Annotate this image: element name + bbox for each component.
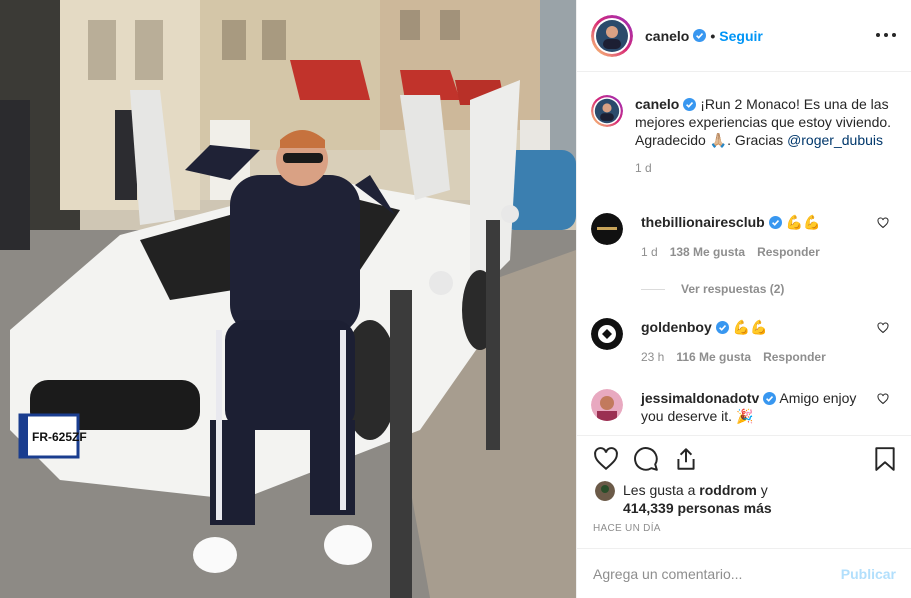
avatar-image (591, 389, 623, 421)
avatar (595, 481, 615, 501)
post-photo[interactable]: FR-625ZF (0, 0, 576, 598)
more-options-icon[interactable] (876, 25, 896, 45)
add-comment-bar: Publicar (577, 548, 911, 598)
caption-time[interactable]: 1 d (635, 159, 900, 177)
avatar-image (591, 14, 633, 57)
avatar[interactable] (591, 14, 633, 57)
like-comment-heart-icon[interactable] (877, 393, 889, 405)
header-username[interactable]: canelo (645, 28, 689, 44)
comment-likes[interactable]: 138 Me gusta (670, 243, 745, 261)
verified-icon (763, 392, 777, 405)
avatar-image (591, 318, 623, 350)
verified-icon (693, 29, 707, 42)
separator-dot: • (710, 27, 716, 44)
comment-username[interactable]: thebillionairesclub (641, 214, 765, 230)
comment-input[interactable] (593, 565, 841, 582)
likes-count[interactable]: 414,339 personas más (623, 500, 772, 516)
follow-button[interactable]: Seguir (719, 28, 763, 44)
comment: jessimaldonadotv Amigo enjoy you deserve… (591, 389, 901, 425)
likes-user[interactable]: roddrom (699, 482, 757, 498)
caption-username[interactable]: canelo (635, 96, 679, 112)
avatar[interactable] (591, 213, 623, 245)
comment-text: 💪💪 (785, 214, 821, 230)
post-sidebar: canelo • Seguir canelo ¡Run 2 Monaco! Es… (576, 0, 911, 598)
verified-icon (683, 98, 697, 111)
comment: goldenboy 💪💪 23 h 116 Me gusta Responder (591, 318, 901, 366)
like-comment-heart-icon[interactable] (877, 322, 889, 334)
avatar-image (591, 213, 623, 245)
avatar[interactable] (591, 318, 623, 350)
like-comment-heart-icon[interactable] (877, 217, 889, 229)
post-header: canelo • Seguir (577, 0, 911, 72)
comment-username[interactable]: goldenboy (641, 319, 712, 335)
avatar-image (591, 95, 623, 127)
view-replies-label: Ver respuestas (2) (681, 282, 785, 296)
publish-button[interactable]: Publicar (841, 566, 896, 582)
comment-bubble-icon[interactable] (633, 446, 659, 472)
avatar[interactable] (591, 389, 623, 421)
like-heart-icon[interactable] (593, 446, 619, 472)
comment-text: 💪💪 (732, 319, 768, 335)
instagram-post: FR-625ZF canelo • Seguir canelo ¡Run 2 M… (0, 0, 911, 598)
likes-conj: y (760, 482, 768, 498)
comment-time[interactable]: 23 h (641, 348, 664, 366)
caption-mention[interactable]: @roger_dubuis (787, 132, 883, 148)
avatar-image (595, 481, 615, 501)
avatar[interactable] (591, 95, 623, 127)
post-timestamp[interactable]: Hace un día (593, 523, 661, 534)
verified-icon (715, 321, 729, 334)
save-bookmark-icon[interactable] (874, 446, 896, 472)
comments-list[interactable]: canelo ¡Run 2 Monaco! Es una de las mejo… (577, 73, 911, 435)
comment: thebillionairesclub 💪💪 1 d 138 Me gusta … (591, 213, 901, 261)
reply-button[interactable]: Responder (757, 243, 820, 261)
likes-summary[interactable]: Les gusta a roddrom y 414,339 personas m… (595, 481, 772, 517)
comment-likes[interactable]: 116 Me gusta (676, 348, 751, 366)
replies-divider (641, 288, 665, 290)
share-icon[interactable] (673, 446, 699, 472)
comment-time[interactable]: 1 d (641, 243, 658, 261)
view-replies-button[interactable]: Ver respuestas (2) (641, 282, 784, 296)
photo-illustration: FR-625ZF (0, 0, 576, 598)
license-plate-text: FR-625ZF (32, 430, 87, 444)
post-actions: Les gusta a roddrom y 414,339 personas m… (577, 435, 911, 548)
post-caption: canelo ¡Run 2 Monaco! Es una de las mejo… (591, 95, 900, 177)
verified-icon (768, 216, 782, 229)
reply-button[interactable]: Responder (763, 348, 826, 366)
comment-username[interactable]: jessimaldonadotv (641, 390, 759, 406)
likes-prefix: Les gusta a (623, 482, 696, 498)
